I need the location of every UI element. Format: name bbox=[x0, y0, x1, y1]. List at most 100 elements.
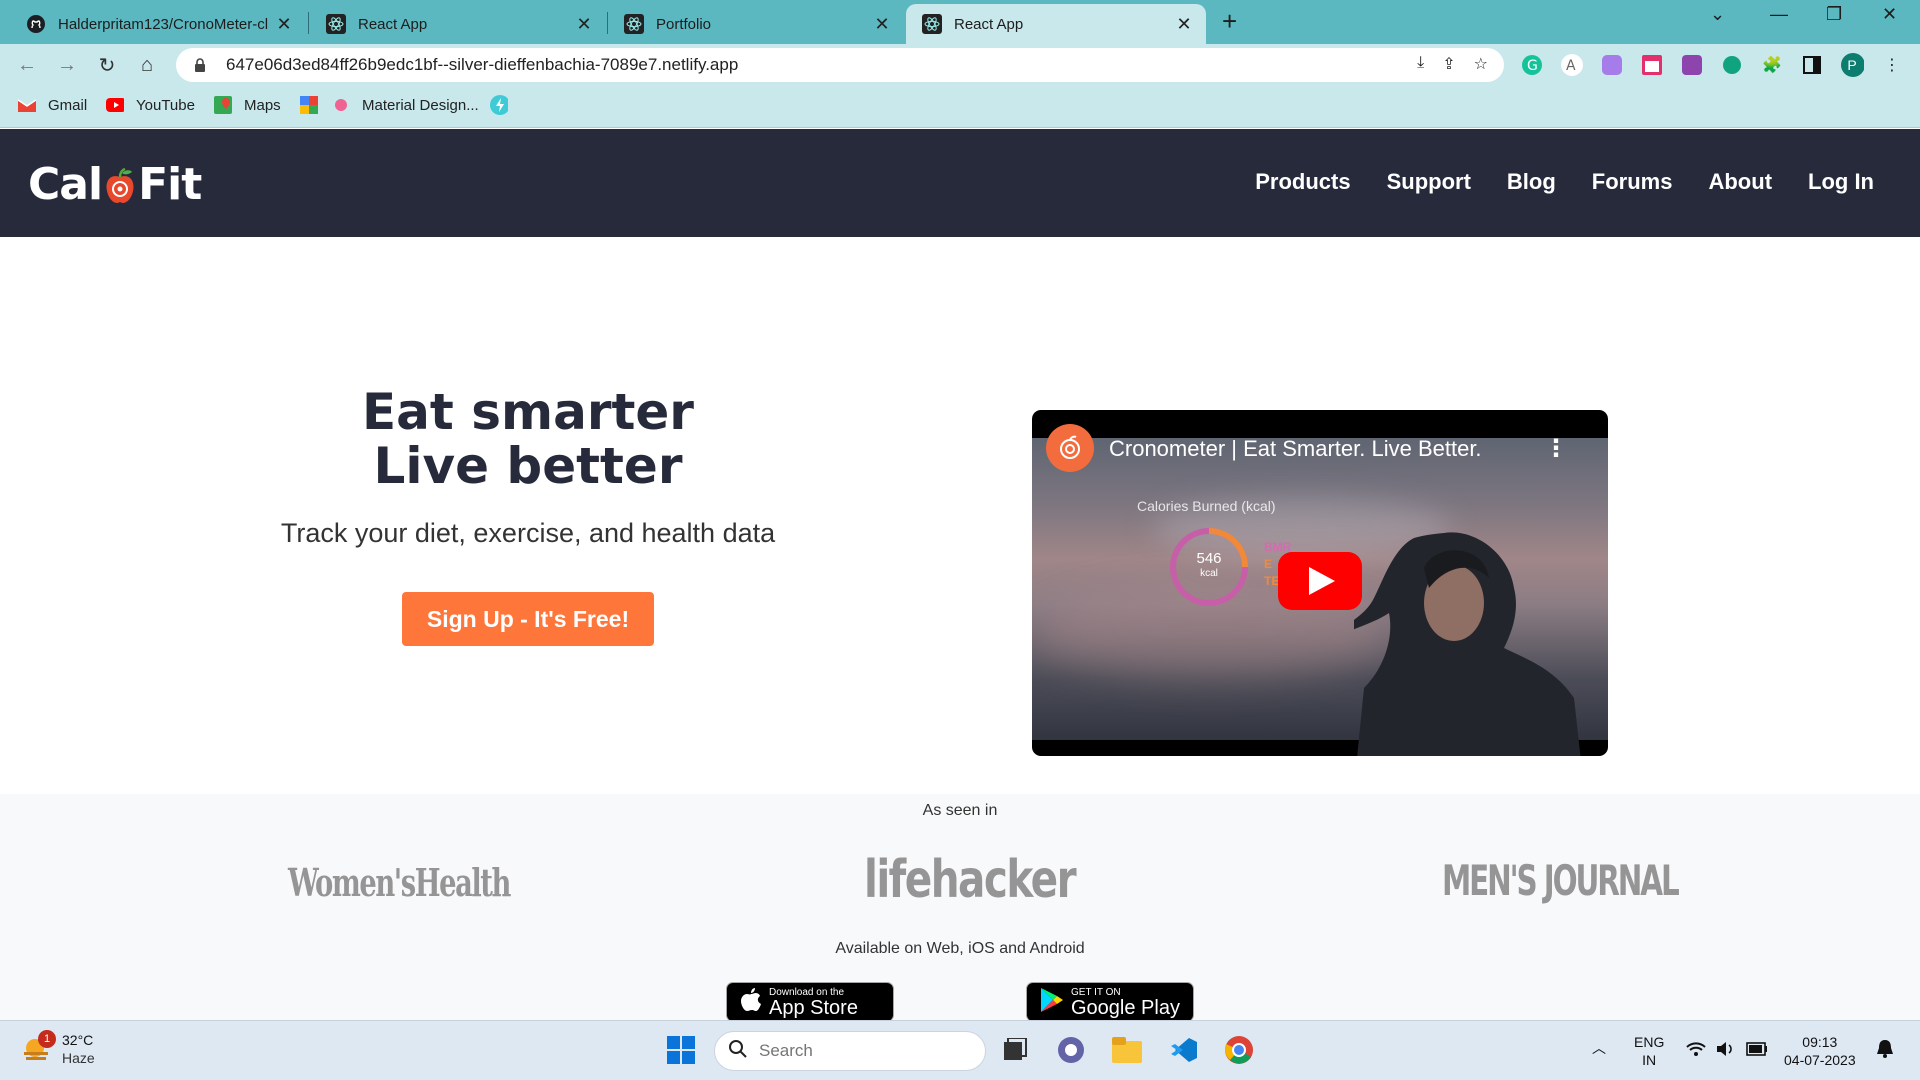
bookmark-label: Gmail bbox=[48, 96, 88, 114]
close-icon[interactable]: ✕ bbox=[274, 14, 294, 35]
nav-login[interactable]: Log In bbox=[1808, 169, 1874, 195]
forward-icon[interactable]: → bbox=[54, 52, 80, 78]
search-icon bbox=[729, 1039, 747, 1063]
play-button-icon[interactable] bbox=[1278, 552, 1362, 610]
profile-avatar[interactable]: P bbox=[1840, 53, 1864, 77]
address-bar[interactable]: ⤓ ⇪ ☆ bbox=[176, 48, 1504, 82]
signup-button[interactable]: Sign Up - It's Free! bbox=[402, 592, 654, 646]
main-nav: Products Support Blog Forums About Log I… bbox=[1255, 169, 1874, 195]
grammarly-icon[interactable]: G bbox=[1520, 53, 1544, 77]
browser-menu-icon[interactable]: ⋮ bbox=[1880, 53, 1904, 77]
close-icon[interactable]: ✕ bbox=[574, 14, 594, 35]
calories-burned-label: Calories Burned (kcal) bbox=[1137, 498, 1276, 514]
tab-react-app-1[interactable]: React App ✕ bbox=[310, 4, 606, 44]
notifications-icon[interactable] bbox=[1876, 1039, 1894, 1063]
tab-portfolio[interactable]: Portfolio ✕ bbox=[608, 4, 904, 44]
clock-date: 04-07-2023 bbox=[1784, 1052, 1856, 1068]
as-seen-in-label: As seen in bbox=[922, 802, 998, 819]
google-play-button[interactable]: GET IT ON Google Play bbox=[1026, 982, 1194, 1022]
tab-search-chevron-icon[interactable]: ⌄ bbox=[1710, 4, 1725, 25]
press-section: As seen in Women'sHealth lifehacker MEN'… bbox=[0, 794, 1920, 1022]
bookmark-maps[interactable]: Maps bbox=[214, 96, 281, 114]
youtube-video-embed[interactable]: Cronometer | Eat Smarter. Live Better. ⋮… bbox=[1032, 410, 1608, 756]
bookmark-label: Maps bbox=[244, 96, 281, 114]
task-view-icon[interactable] bbox=[998, 1033, 1032, 1067]
close-icon[interactable]: ✕ bbox=[872, 14, 892, 35]
browser-toolbar: ← → ↻ ⌂ ⤓ ⇪ ☆ G A 🧩 P ⋮ bbox=[0, 44, 1920, 86]
video-more-icon[interactable]: ⋮ bbox=[1544, 434, 1568, 463]
wifi-icon[interactable] bbox=[1686, 1041, 1706, 1061]
bookmark-star-icon[interactable]: ☆ bbox=[1474, 54, 1488, 74]
taskbar-search[interactable] bbox=[714, 1031, 986, 1071]
puzzle-extensions-icon[interactable]: 🧩 bbox=[1760, 53, 1784, 77]
tab-github[interactable]: Halderpritam123/CronoMeter-cl ✕ bbox=[10, 4, 306, 44]
bookmark-material-design[interactable]: Material Design... bbox=[332, 96, 479, 114]
language-indicator[interactable]: ENG IN bbox=[1634, 1033, 1664, 1069]
clock[interactable]: 09:13 04-07-2023 bbox=[1784, 1033, 1856, 1069]
app-store-button[interactable]: Download on the App Store bbox=[726, 982, 894, 1022]
hero-title-line2: Live better bbox=[373, 437, 683, 495]
nav-blog[interactable]: Blog bbox=[1507, 169, 1556, 195]
weather-temperature: 32°C bbox=[62, 1032, 94, 1048]
nav-about[interactable]: About bbox=[1708, 169, 1772, 195]
browser-tab-strip: Halderpritam123/CronoMeter-cl ✕ React Ap… bbox=[0, 0, 1920, 44]
tab-react-app-active[interactable]: React App ✕ bbox=[906, 4, 1206, 44]
share-icon[interactable]: ⇪ bbox=[1442, 54, 1455, 74]
bookmark-gmail[interactable]: Gmail bbox=[18, 96, 87, 114]
lock-icon bbox=[194, 58, 210, 72]
language-code: ENG bbox=[1634, 1034, 1665, 1050]
teams-chat-icon[interactable] bbox=[1054, 1033, 1088, 1067]
tab-title: React App bbox=[358, 15, 428, 33]
close-window-icon[interactable]: ✕ bbox=[1882, 4, 1897, 25]
url-input[interactable] bbox=[226, 55, 1326, 75]
logo-text-fit: Fit bbox=[138, 159, 202, 210]
show-hidden-icons-chevron[interactable]: ︿ bbox=[1592, 1039, 1606, 1057]
install-icon[interactable]: ⤓ bbox=[1417, 54, 1424, 74]
battery-icon[interactable] bbox=[1746, 1042, 1768, 1060]
weather-widget[interactable]: 1 32°C Haze bbox=[22, 1030, 95, 1067]
svg-text:A: A bbox=[1566, 58, 1576, 74]
availability-text: Available on Web, iOS and Android bbox=[835, 940, 1085, 957]
github-icon bbox=[26, 14, 46, 34]
new-tab-button[interactable]: + bbox=[1222, 6, 1237, 37]
side-panel-icon[interactable] bbox=[1800, 53, 1824, 77]
react-icon bbox=[326, 14, 346, 34]
reload-icon[interactable]: ↻ bbox=[94, 52, 120, 78]
file-explorer-icon[interactable] bbox=[1110, 1033, 1144, 1067]
bolt-icon bbox=[490, 95, 508, 115]
logo-text-cal: Cal bbox=[28, 159, 103, 210]
tab-divider bbox=[308, 12, 309, 34]
apple-target-icon bbox=[103, 167, 137, 207]
google-play-icon bbox=[1041, 987, 1063, 1017]
nav-products[interactable]: Products bbox=[1255, 169, 1350, 195]
chrome-icon[interactable] bbox=[1222, 1033, 1256, 1067]
maps-icon bbox=[214, 96, 232, 114]
windows-start-icon[interactable] bbox=[664, 1033, 698, 1067]
extension-purple-icon[interactable] bbox=[1680, 53, 1704, 77]
bookmark-apps[interactable] bbox=[300, 96, 330, 114]
extension-gradient-icon[interactable] bbox=[1600, 53, 1624, 77]
calendar-extension-icon[interactable] bbox=[1640, 53, 1664, 77]
apple-icon bbox=[741, 987, 761, 1017]
minimize-icon[interactable]: — bbox=[1770, 4, 1788, 25]
video-title[interactable]: Cronometer | Eat Smarter. Live Better. bbox=[1109, 436, 1482, 462]
cronometer-channel-icon[interactable] bbox=[1046, 424, 1094, 472]
extension-a-icon[interactable]: A bbox=[1560, 53, 1584, 77]
chat-extension-icon[interactable] bbox=[1720, 53, 1744, 77]
restore-icon[interactable]: ❐ bbox=[1826, 4, 1842, 25]
profile-initial: P bbox=[1847, 57, 1857, 73]
back-icon[interactable]: ← bbox=[14, 52, 40, 78]
vscode-icon[interactable] bbox=[1166, 1033, 1200, 1067]
apps-icon bbox=[300, 96, 318, 114]
youtube-icon bbox=[106, 96, 124, 114]
home-icon[interactable]: ⌂ bbox=[134, 52, 160, 78]
search-input[interactable] bbox=[759, 1041, 959, 1061]
bookmark-bolt[interactable] bbox=[490, 95, 520, 115]
nav-forums[interactable]: Forums bbox=[1592, 169, 1673, 195]
close-icon[interactable]: ✕ bbox=[1174, 14, 1194, 35]
nav-support[interactable]: Support bbox=[1387, 169, 1471, 195]
legend-e: E bbox=[1264, 557, 1273, 571]
bookmark-youtube[interactable]: YouTube bbox=[106, 96, 195, 114]
volume-icon[interactable] bbox=[1716, 1041, 1736, 1061]
calofit-logo[interactable]: Cal Fit bbox=[28, 159, 202, 210]
